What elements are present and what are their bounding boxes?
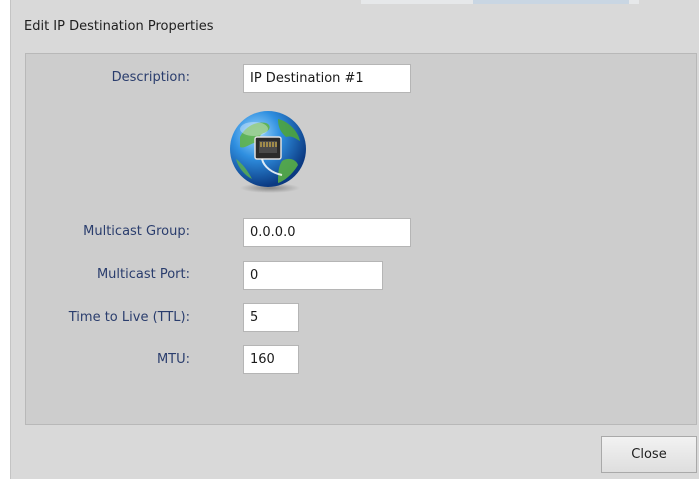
top-strip-highlight [473,0,629,4]
multicast-group-label: Multicast Group: [83,224,190,239]
description-label: Description: [111,70,190,85]
close-button[interactable]: Close [601,436,697,473]
top-strip [361,0,639,4]
dialog-title: Edit IP Destination Properties [24,19,214,34]
multicast-port-field[interactable] [243,261,383,290]
edit-ip-destination-dialog: Edit IP Destination Properties Descripti… [10,0,699,479]
multicast-port-label: Multicast Port: [96,267,190,282]
description-field[interactable] [243,64,411,93]
network-globe-icon [222,109,314,193]
ttl-field[interactable] [243,303,299,332]
multicast-group-field[interactable] [243,218,411,247]
properties-panel: Description: IP Destination #1 Multicast… [25,53,697,425]
mtu-label: MTU: [156,352,190,367]
mtu-field[interactable] [243,345,299,374]
ttl-label: Time to Live (TTL): [68,310,190,325]
